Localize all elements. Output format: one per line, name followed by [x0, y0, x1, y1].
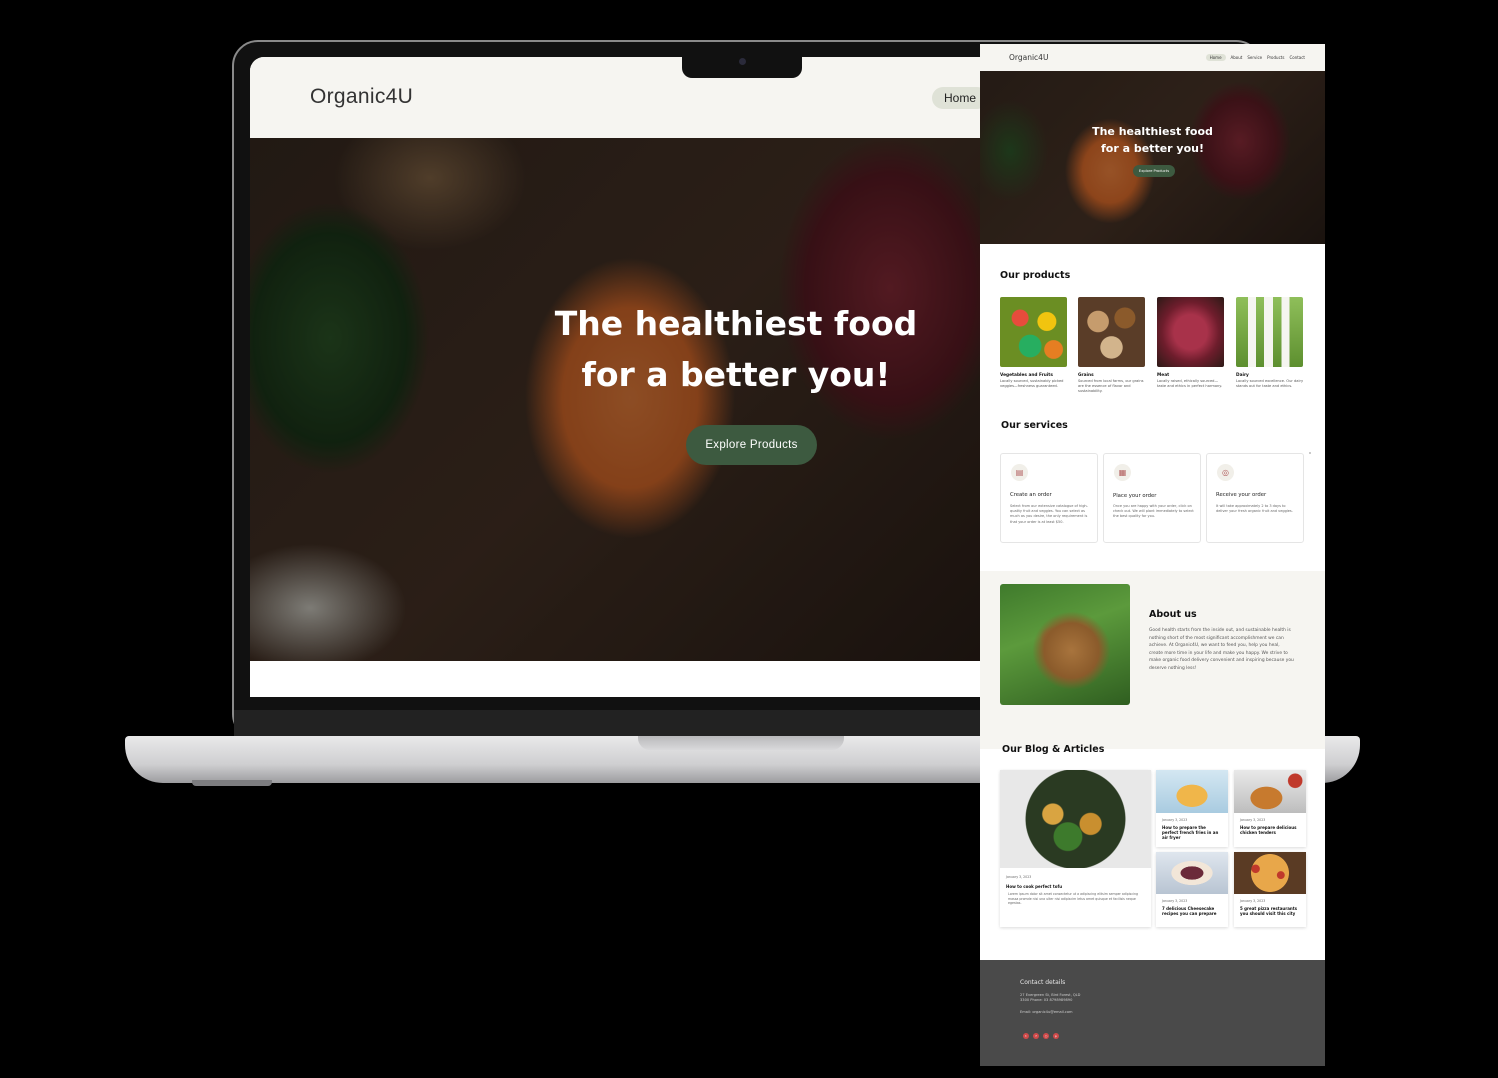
- blog-heading: Our Blog & Articles: [1002, 744, 1105, 755]
- product-name: Meat: [1157, 373, 1170, 378]
- service-desc: Once you are happy with your order, clic…: [1113, 504, 1194, 519]
- page-hero-title: The healthiest food for a better you!: [1080, 123, 1225, 157]
- blog-title: How to prepare the perfect french fries …: [1162, 825, 1219, 841]
- cart-icon: ▦: [1114, 464, 1131, 481]
- service-desc: It will take approximately 2 to 3 days t…: [1216, 504, 1293, 514]
- blog-title: 5 great pizza restaurants you should vis…: [1240, 906, 1298, 917]
- product-desc: Locally sourced excellence. Our dairy st…: [1236, 379, 1304, 388]
- nav-service[interactable]: Service: [1247, 55, 1262, 60]
- hero-title-line-2: for a better you!: [1101, 142, 1204, 155]
- about-section: About us Good health starts from the ins…: [980, 571, 1325, 749]
- blog-card-cheesecake[interactable]: January 3, 2023 7 delicious Cheesecake r…: [1156, 852, 1228, 927]
- service-title: Receive your order: [1216, 492, 1267, 498]
- desktop-logo[interactable]: Organic4U: [310, 85, 413, 109]
- nav-contact[interactable]: Contact: [1289, 55, 1305, 60]
- page-logo[interactable]: Organic4U: [1009, 53, 1048, 62]
- blog-date: January 3, 2023: [1162, 899, 1188, 903]
- meat-image: [1157, 297, 1224, 367]
- product-card-grains[interactable]: Grains Sourced from local farms, our gra…: [1078, 297, 1146, 394]
- blog-excerpt: Lorem ipsum dolor sit amet consectetur u…: [1008, 892, 1138, 906]
- desktop-hero: The healthiest food for a better you! Ex…: [250, 138, 1010, 661]
- chicken-image: [1234, 770, 1306, 813]
- explore-products-button[interactable]: Explore Products: [686, 425, 817, 465]
- full-page-preview: Organic4U Home About Service Products Co…: [980, 44, 1325, 1066]
- decorative-dot: [1309, 452, 1311, 454]
- product-card-meat[interactable]: Meat Locally raised, ethically sourced—t…: [1157, 297, 1225, 389]
- desktop-header: Organic4U Home: [250, 57, 1010, 138]
- blog-date: January 3, 2023: [1006, 875, 1032, 879]
- blog-card-tofu[interactable]: January 3, 2023 How to cook perfect tofu…: [1000, 770, 1151, 927]
- products-heading: Our products: [1000, 270, 1071, 281]
- nav-about[interactable]: About: [1231, 55, 1243, 60]
- delivery-icon: ◎: [1217, 464, 1234, 481]
- dairy-image: [1236, 297, 1303, 367]
- page-hero: The healthiest food for a better you! Ex…: [980, 71, 1325, 244]
- footer-email[interactable]: Email: organic4u@email.com: [1020, 1010, 1073, 1014]
- blog-title: 7 delicious Cheesecake recipes you can p…: [1162, 906, 1217, 917]
- laptop-foot-left: [192, 780, 272, 786]
- service-card-create-order[interactable]: ▤ Create an order Select from our extens…: [1000, 453, 1098, 543]
- fries-image: [1156, 770, 1228, 813]
- laptop-screen: Organic4U Home The healthiest food for a…: [250, 57, 1010, 697]
- blog-date: January 3, 2023: [1162, 818, 1188, 822]
- blog-title: How to cook perfect tofu: [1006, 884, 1063, 889]
- facebook-icon[interactable]: f: [1033, 1033, 1039, 1039]
- page-nav: Home About Service Products Contact: [1205, 54, 1305, 61]
- blog-card-pizza[interactable]: January 3, 2023 5 great pizza restaurant…: [1234, 852, 1306, 927]
- desktop-hero-title: The healthiest food for a better you!: [526, 298, 946, 400]
- hero-title-line-1: The healthiest food: [554, 304, 918, 343]
- nav-home[interactable]: Home: [1205, 54, 1226, 61]
- tofu-image: [1000, 770, 1151, 868]
- laptop-opening-groove: [638, 736, 844, 750]
- about-heading: About us: [1149, 609, 1197, 620]
- footer-phone: 3300 Phone: 03 8798989890: [1020, 998, 1073, 1002]
- product-name: Vegetables and Fruits: [1000, 373, 1053, 378]
- product-desc: Locally sourced, sustainably picked vegg…: [1000, 379, 1064, 388]
- product-desc: Locally raised, ethically sourced—taste …: [1157, 379, 1223, 388]
- blog-title: How to prepare delicious chicken tenders: [1240, 825, 1297, 836]
- service-card-place-order[interactable]: ▦ Place your order Once you are happy wi…: [1103, 453, 1201, 543]
- blog-date: January 3, 2023: [1240, 818, 1266, 822]
- pinterest-icon[interactable]: p: [1053, 1033, 1059, 1039]
- twitter-icon[interactable]: t: [1023, 1033, 1029, 1039]
- explore-products-button[interactable]: Explore Products: [1133, 165, 1175, 177]
- service-title: Create an order: [1010, 492, 1052, 498]
- footer-address: 27 Evergreen St, Bird Forest, QLD: [1020, 993, 1081, 997]
- instagram-icon[interactable]: ○: [1043, 1033, 1049, 1039]
- page-footer: Contact details 27 Evergreen St, Bird Fo…: [980, 960, 1325, 1066]
- product-card-vegetables[interactable]: Vegetables and Fruits Locally sourced, s…: [1000, 297, 1068, 389]
- product-name: Dairy: [1236, 373, 1249, 378]
- service-desc: Select from our extensive catalogue of h…: [1010, 504, 1088, 524]
- service-card-receive-order[interactable]: ◎ Receive your order It will take approx…: [1206, 453, 1304, 543]
- blog-card-chicken[interactable]: January 3, 2023 How to prepare delicious…: [1234, 770, 1306, 847]
- camera-icon: [739, 58, 746, 65]
- vegetables-image: [1000, 297, 1067, 367]
- nav-products[interactable]: Products: [1267, 55, 1284, 60]
- hero-title-line-1: The healthiest food: [1092, 125, 1213, 138]
- blog-card-fries[interactable]: January 3, 2023 How to prepare the perfe…: [1156, 770, 1228, 847]
- cheesecake-image: [1156, 852, 1228, 894]
- service-title: Place your order: [1113, 493, 1157, 499]
- grains-image: [1078, 297, 1145, 367]
- product-card-dairy[interactable]: Dairy Locally sourced excellence. Our da…: [1236, 297, 1304, 389]
- footer-heading: Contact details: [1020, 979, 1066, 986]
- hero-title-line-2: for a better you!: [581, 355, 891, 394]
- hero-overlay: [980, 71, 1325, 244]
- about-text: Good health starts from the inside out, …: [1149, 628, 1294, 671]
- services-heading: Our services: [1001, 420, 1068, 431]
- page-header: Organic4U Home About Service Products Co…: [980, 44, 1325, 71]
- blog-date: January 3, 2023: [1240, 899, 1266, 903]
- product-desc: Sourced from local farms, our grains are…: [1078, 379, 1144, 393]
- pizza-image: [1234, 852, 1306, 894]
- clipboard-icon: ▤: [1011, 464, 1028, 481]
- about-image: [1000, 584, 1130, 705]
- product-name: Grains: [1078, 373, 1094, 378]
